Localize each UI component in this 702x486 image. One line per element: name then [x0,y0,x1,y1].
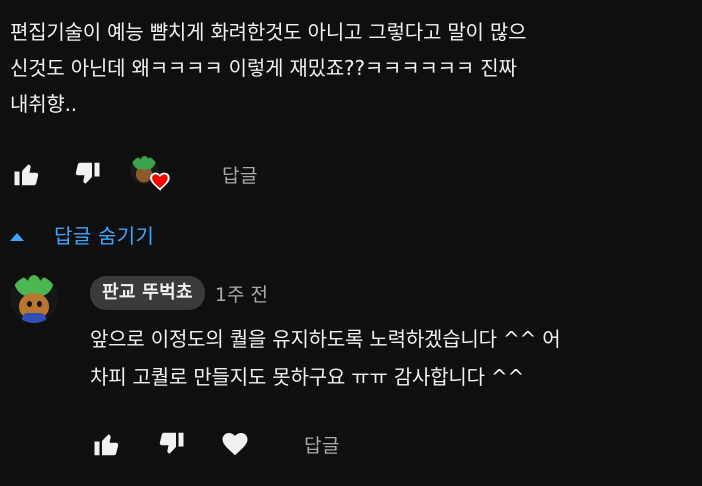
avatar[interactable] [10,275,58,323]
dislike-button[interactable] [70,157,104,191]
thumb-down-icon [159,432,184,454]
heart-icon [222,433,248,456]
creator-heart-badge [130,154,174,194]
caret-up-icon [8,228,26,241]
comment-line: 내취향.. [10,92,77,116]
like-button[interactable] [10,157,44,191]
reply-body: 앞으로 이정도의 퀄을 유지하도록 노력하겠습니다 ^^ 어 차피 고퀄로 만들… [90,320,695,396]
timestamp[interactable]: 1주 전 [215,280,268,307]
reply-header: 판교 뚜벅쵸 1주 전 [90,276,268,310]
reply-line: 앞으로 이정도의 퀄을 유지하도록 노력하겠습니다 ^^ 어 [90,327,561,351]
hide-replies-label: 답글 숨기기 [54,223,155,248]
heart-button[interactable] [218,427,252,461]
like-button[interactable] [90,427,124,461]
hide-replies-button[interactable]: 답글 숨기기 [8,216,154,252]
thumb-up-icon [94,434,119,456]
comment-line: 신것도 아닌데 왜ㅋㅋㅋㅋ 이렇게 재밌죠??ㅋㅋㅋㅋㅋㅋ 진짜 [10,56,517,80]
comment-thread: 편집기술이 예능 뺨치게 화려한것도 아니고 그렇다고 말이 많으 신것도 아닌… [0,0,702,486]
author-name[interactable]: 판교 뚜벅쵸 [90,276,205,310]
reply-button[interactable]: 답글 [304,431,340,458]
comment-body: 편집기술이 예능 뺨치게 화려한것도 아니고 그렇다고 말이 많으 신것도 아닌… [10,14,700,122]
thumb-up-icon [14,164,39,186]
dislike-button[interactable] [154,427,188,461]
reply-button[interactable]: 답글 [222,161,258,188]
reply-line: 차피 고퀄로 만들지도 못하구요 ㅠㅠ 감사합니다 ^^ [90,365,525,389]
creator-heart-icon [148,168,174,194]
reply-actions: 답글 [90,426,340,462]
comment-line: 편집기술이 예능 뺨치게 화려한것도 아니고 그렇다고 말이 많으 [10,20,527,44]
comment-actions: 답글 [10,156,258,192]
thumb-down-icon [75,162,100,184]
